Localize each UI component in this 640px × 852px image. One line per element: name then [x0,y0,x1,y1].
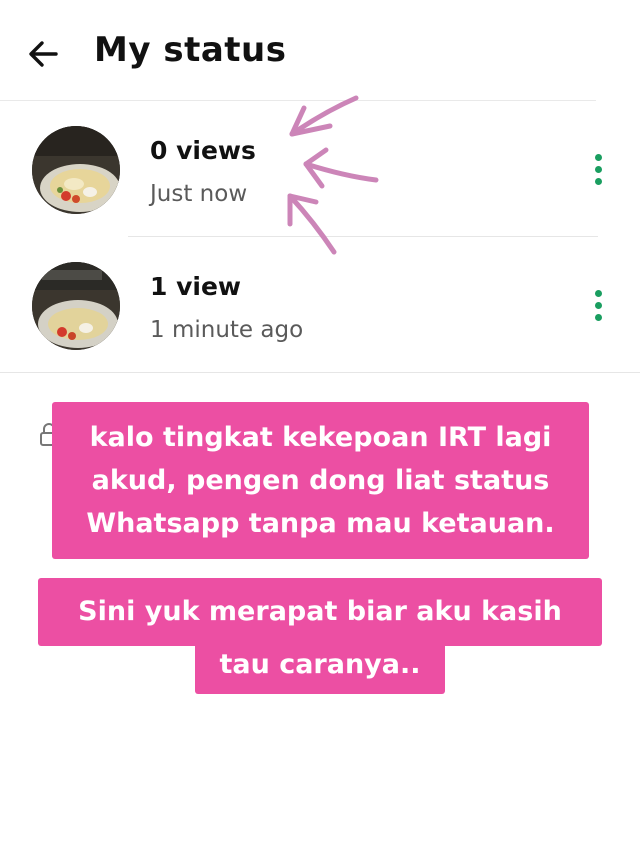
status-time: Just now [150,181,248,207]
list-divider [0,372,640,373]
more-options-button[interactable] [584,147,612,191]
caption-box: kalo tingkat kekepoan IRT lagi akud, pen… [52,402,589,559]
page-title: My status [94,30,287,70]
app-bar: My status [0,0,640,100]
more-vert-icon [594,289,602,297]
caption-box: tau caranya.. [195,640,445,694]
status-views: 1 view [150,272,242,301]
caption-line: kalo tingkat kekepoan IRT lagi [89,422,552,453]
caption-line: Whatsapp tanpa mau ketauan. [86,508,555,539]
status-thumbnail [32,262,120,350]
status-views: 0 views [150,136,256,165]
arrow-back-icon [29,41,58,67]
caption-box: Sini yuk merapat biar aku kasih [38,578,602,646]
back-button[interactable] [22,34,66,74]
status-time: 1 minute ago [150,317,304,343]
caption-line: akud, pengen dong liat status [91,465,550,496]
hand-drawn-arrows [287,95,379,255]
more-vert-icon [594,153,602,161]
more-options-button[interactable] [584,283,612,327]
status-thumbnail [32,126,120,214]
